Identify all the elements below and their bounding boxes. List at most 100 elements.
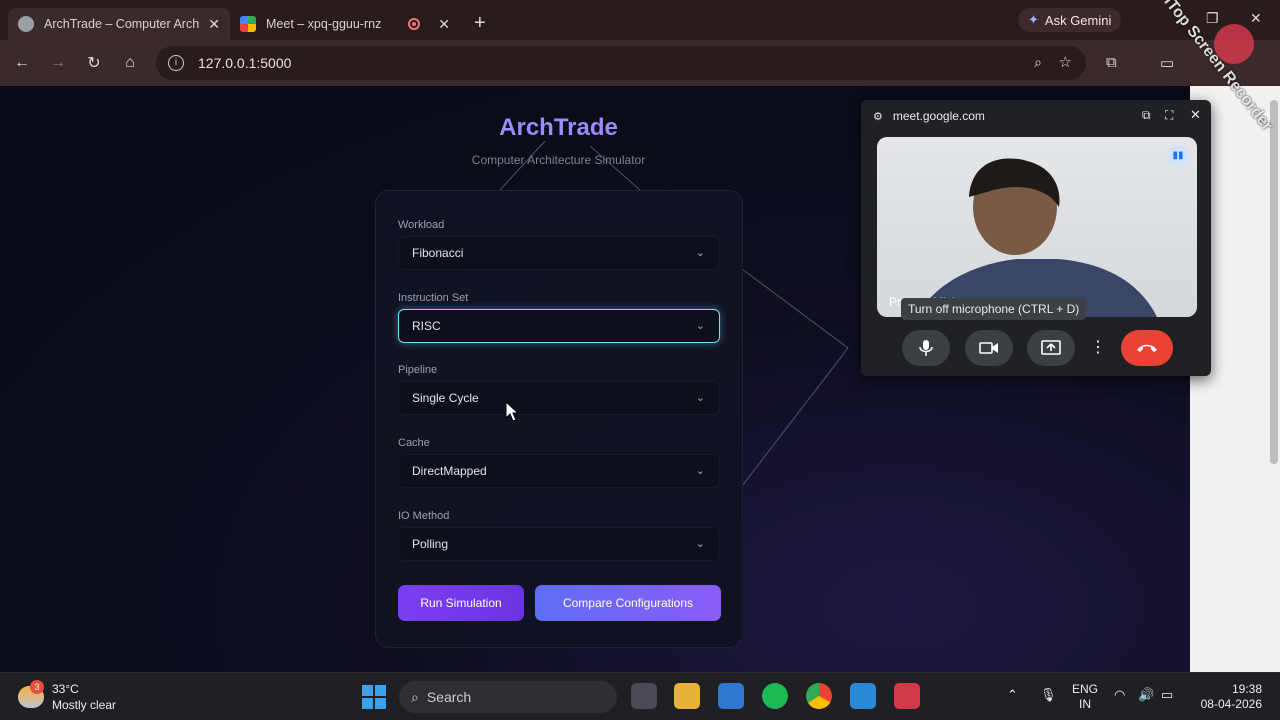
- more-vertical-icon: ⋮: [1090, 339, 1106, 356]
- leave-call-button[interactable]: [1121, 330, 1173, 366]
- compare-configurations-button[interactable]: Compare Configurations: [535, 585, 721, 621]
- tab-meet[interactable]: Meet – xpq-gguu-rnz ✕: [230, 8, 460, 40]
- speaking-indicator-icon: ▮▮: [1167, 145, 1189, 167]
- io-method-select[interactable]: Polling ⌄: [398, 527, 720, 561]
- browser-toolbar: ← → ↻ ⌂ i 127.0.0.1:5000 ⌕ ☆ ⧉ ▭: [0, 40, 1280, 86]
- task-view-icon[interactable]: [631, 683, 657, 709]
- reload-icon[interactable]: ↻: [76, 53, 112, 73]
- language-indicator[interactable]: ENG IN: [1072, 682, 1098, 712]
- fullscreen-icon[interactable]: ⛶: [1165, 108, 1173, 123]
- address-bar[interactable]: i 127.0.0.1:5000 ⌕ ☆: [156, 46, 1086, 80]
- end-call-icon: [1137, 344, 1157, 352]
- camera-icon: [979, 342, 998, 354]
- ask-gemini-button[interactable]: ✦ Ask Gemini: [1018, 8, 1122, 32]
- workload-select[interactable]: Fibonacci ⌄: [398, 236, 720, 270]
- weather-widget[interactable]: 3 33°C Mostly clear: [18, 680, 117, 713]
- bookmark-star-icon[interactable]: ☆: [1059, 53, 1072, 71]
- weather-badge: 3: [30, 680, 44, 694]
- tab-archtrade[interactable]: ArchTrade – Computer Architecture Simula…: [8, 8, 230, 40]
- clock-time: 19:38: [1231, 682, 1262, 696]
- chevron-down-icon: ⌄: [695, 247, 705, 259]
- start-button[interactable]: [362, 685, 386, 709]
- meet-pip-window[interactable]: ⚙ meet.google.com ⧉ ⛶ ✕ ▮▮ Pranjay Mishr…: [861, 100, 1211, 376]
- vscode-icon[interactable]: [850, 683, 876, 709]
- battery-icon[interactable]: ▭: [1161, 687, 1173, 703]
- new-tab-icon[interactable]: +: [474, 12, 486, 35]
- back-to-tab-icon[interactable]: ⧉: [1142, 108, 1151, 123]
- chrome-icon[interactable]: [806, 683, 832, 709]
- globe-icon: [18, 16, 34, 32]
- weather-icon: 3: [18, 680, 44, 708]
- tab-title: Meet – xpq-gguu-rnz: [266, 17, 382, 31]
- cache-label: Cache: [398, 437, 430, 449]
- site-settings-icon[interactable]: ⚙: [873, 110, 883, 123]
- meet-icon: [240, 16, 256, 32]
- close-window-icon[interactable]: ✕: [1250, 10, 1262, 27]
- io-method-label: IO Method: [398, 510, 450, 522]
- gemini-icon: ✦: [1028, 12, 1039, 27]
- more-options-button[interactable]: ⋮: [1084, 330, 1112, 366]
- back-icon[interactable]: ←: [4, 54, 40, 72]
- windows-taskbar: 3 33°C Mostly clear ⌕ Search ⌃ 🎙 ENG IN …: [0, 672, 1280, 720]
- search-placeholder: Search: [426, 689, 472, 705]
- file-explorer-icon[interactable]: [674, 683, 700, 709]
- close-tab-icon[interactable]: ✕: [208, 16, 220, 33]
- run-simulation-button[interactable]: Run Simulation: [398, 585, 524, 621]
- temperature: 33°C: [52, 682, 79, 696]
- chevron-down-icon: ⌄: [695, 392, 705, 404]
- cast-icon[interactable]: ▭: [1160, 54, 1174, 72]
- forward-icon[interactable]: →: [40, 54, 76, 72]
- camera-button[interactable]: [965, 330, 1013, 366]
- microphone-button[interactable]: [902, 330, 950, 366]
- show-hidden-icons-icon[interactable]: ⌃: [1007, 687, 1018, 703]
- volume-icon[interactable]: 🔊: [1138, 687, 1154, 703]
- url-text: 127.0.0.1:5000: [198, 55, 292, 71]
- close-pip-icon[interactable]: ✕: [1190, 107, 1201, 123]
- vertical-scrollbar[interactable]: [1268, 86, 1280, 672]
- store-icon[interactable]: [718, 683, 744, 709]
- tab-title: ArchTrade – Computer Architecture Simula…: [44, 17, 200, 31]
- ask-gemini-label: Ask Gemini: [1044, 12, 1112, 28]
- weather-condition: Mostly clear: [52, 698, 117, 712]
- recorder-logo-icon: [1214, 24, 1254, 64]
- site-info-icon[interactable]: i: [168, 55, 184, 71]
- io-method-value: Polling: [412, 537, 449, 551]
- search-icon: ⌕: [411, 688, 419, 705]
- clock[interactable]: 19:38 08-04-2026: [1200, 682, 1262, 712]
- participant-video: ▮▮ Pranjay Mishra: [877, 137, 1197, 317]
- chevron-down-icon: ⌄: [695, 538, 705, 550]
- instruction-set-label: Instruction Set: [398, 292, 469, 304]
- config-card: Workload Fibonacci ⌄ Instruction Set RIS…: [375, 190, 743, 648]
- cache-select[interactable]: DirectMapped ⌄: [398, 454, 720, 488]
- present-screen-icon: [1041, 340, 1061, 355]
- present-screen-button[interactable]: [1027, 330, 1075, 366]
- pip-header: ⚙ meet.google.com ⧉ ⛶ ✕: [861, 100, 1211, 132]
- pip-domain: meet.google.com: [892, 109, 985, 123]
- mouse-cursor-icon: [505, 401, 520, 422]
- scrollbar-thumb[interactable]: [1270, 100, 1278, 464]
- pipeline-label: Pipeline: [398, 364, 438, 376]
- wifi-icon[interactable]: ◠: [1114, 687, 1125, 703]
- restore-icon[interactable]: ❐: [1206, 10, 1219, 27]
- chevron-down-icon: ⌄: [695, 465, 705, 477]
- instruction-set-select[interactable]: RISC ⌄: [398, 309, 720, 343]
- close-tab-icon[interactable]: ✕: [438, 16, 450, 33]
- microphone-tooltip: Turn off microphone (CTRL + D): [901, 298, 1087, 320]
- pipeline-select[interactable]: Single Cycle ⌄: [398, 381, 720, 415]
- spotify-icon[interactable]: [762, 683, 788, 709]
- home-icon[interactable]: ⌂: [112, 54, 148, 72]
- microphone-tray-icon[interactable]: 🎙: [1040, 687, 1057, 703]
- taskbar-search[interactable]: ⌕ Search: [399, 681, 617, 713]
- zoom-icon[interactable]: ⌕: [1034, 54, 1042, 71]
- clock-date: 08-04-2026: [1200, 697, 1262, 711]
- workload-label: Workload: [398, 219, 445, 231]
- microphone-icon: [919, 340, 933, 356]
- pipeline-value: Single Cycle: [412, 391, 479, 405]
- screen-recorder-icon[interactable]: [894, 683, 920, 709]
- lang-line1: ENG: [1072, 682, 1099, 696]
- instruction-set-value: RISC: [412, 319, 441, 333]
- cache-value: DirectMapped: [412, 464, 487, 478]
- participant-figure: [917, 158, 1157, 317]
- extensions-icon[interactable]: ⧉: [1106, 54, 1117, 71]
- workload-value: Fibonacci: [412, 246, 464, 260]
